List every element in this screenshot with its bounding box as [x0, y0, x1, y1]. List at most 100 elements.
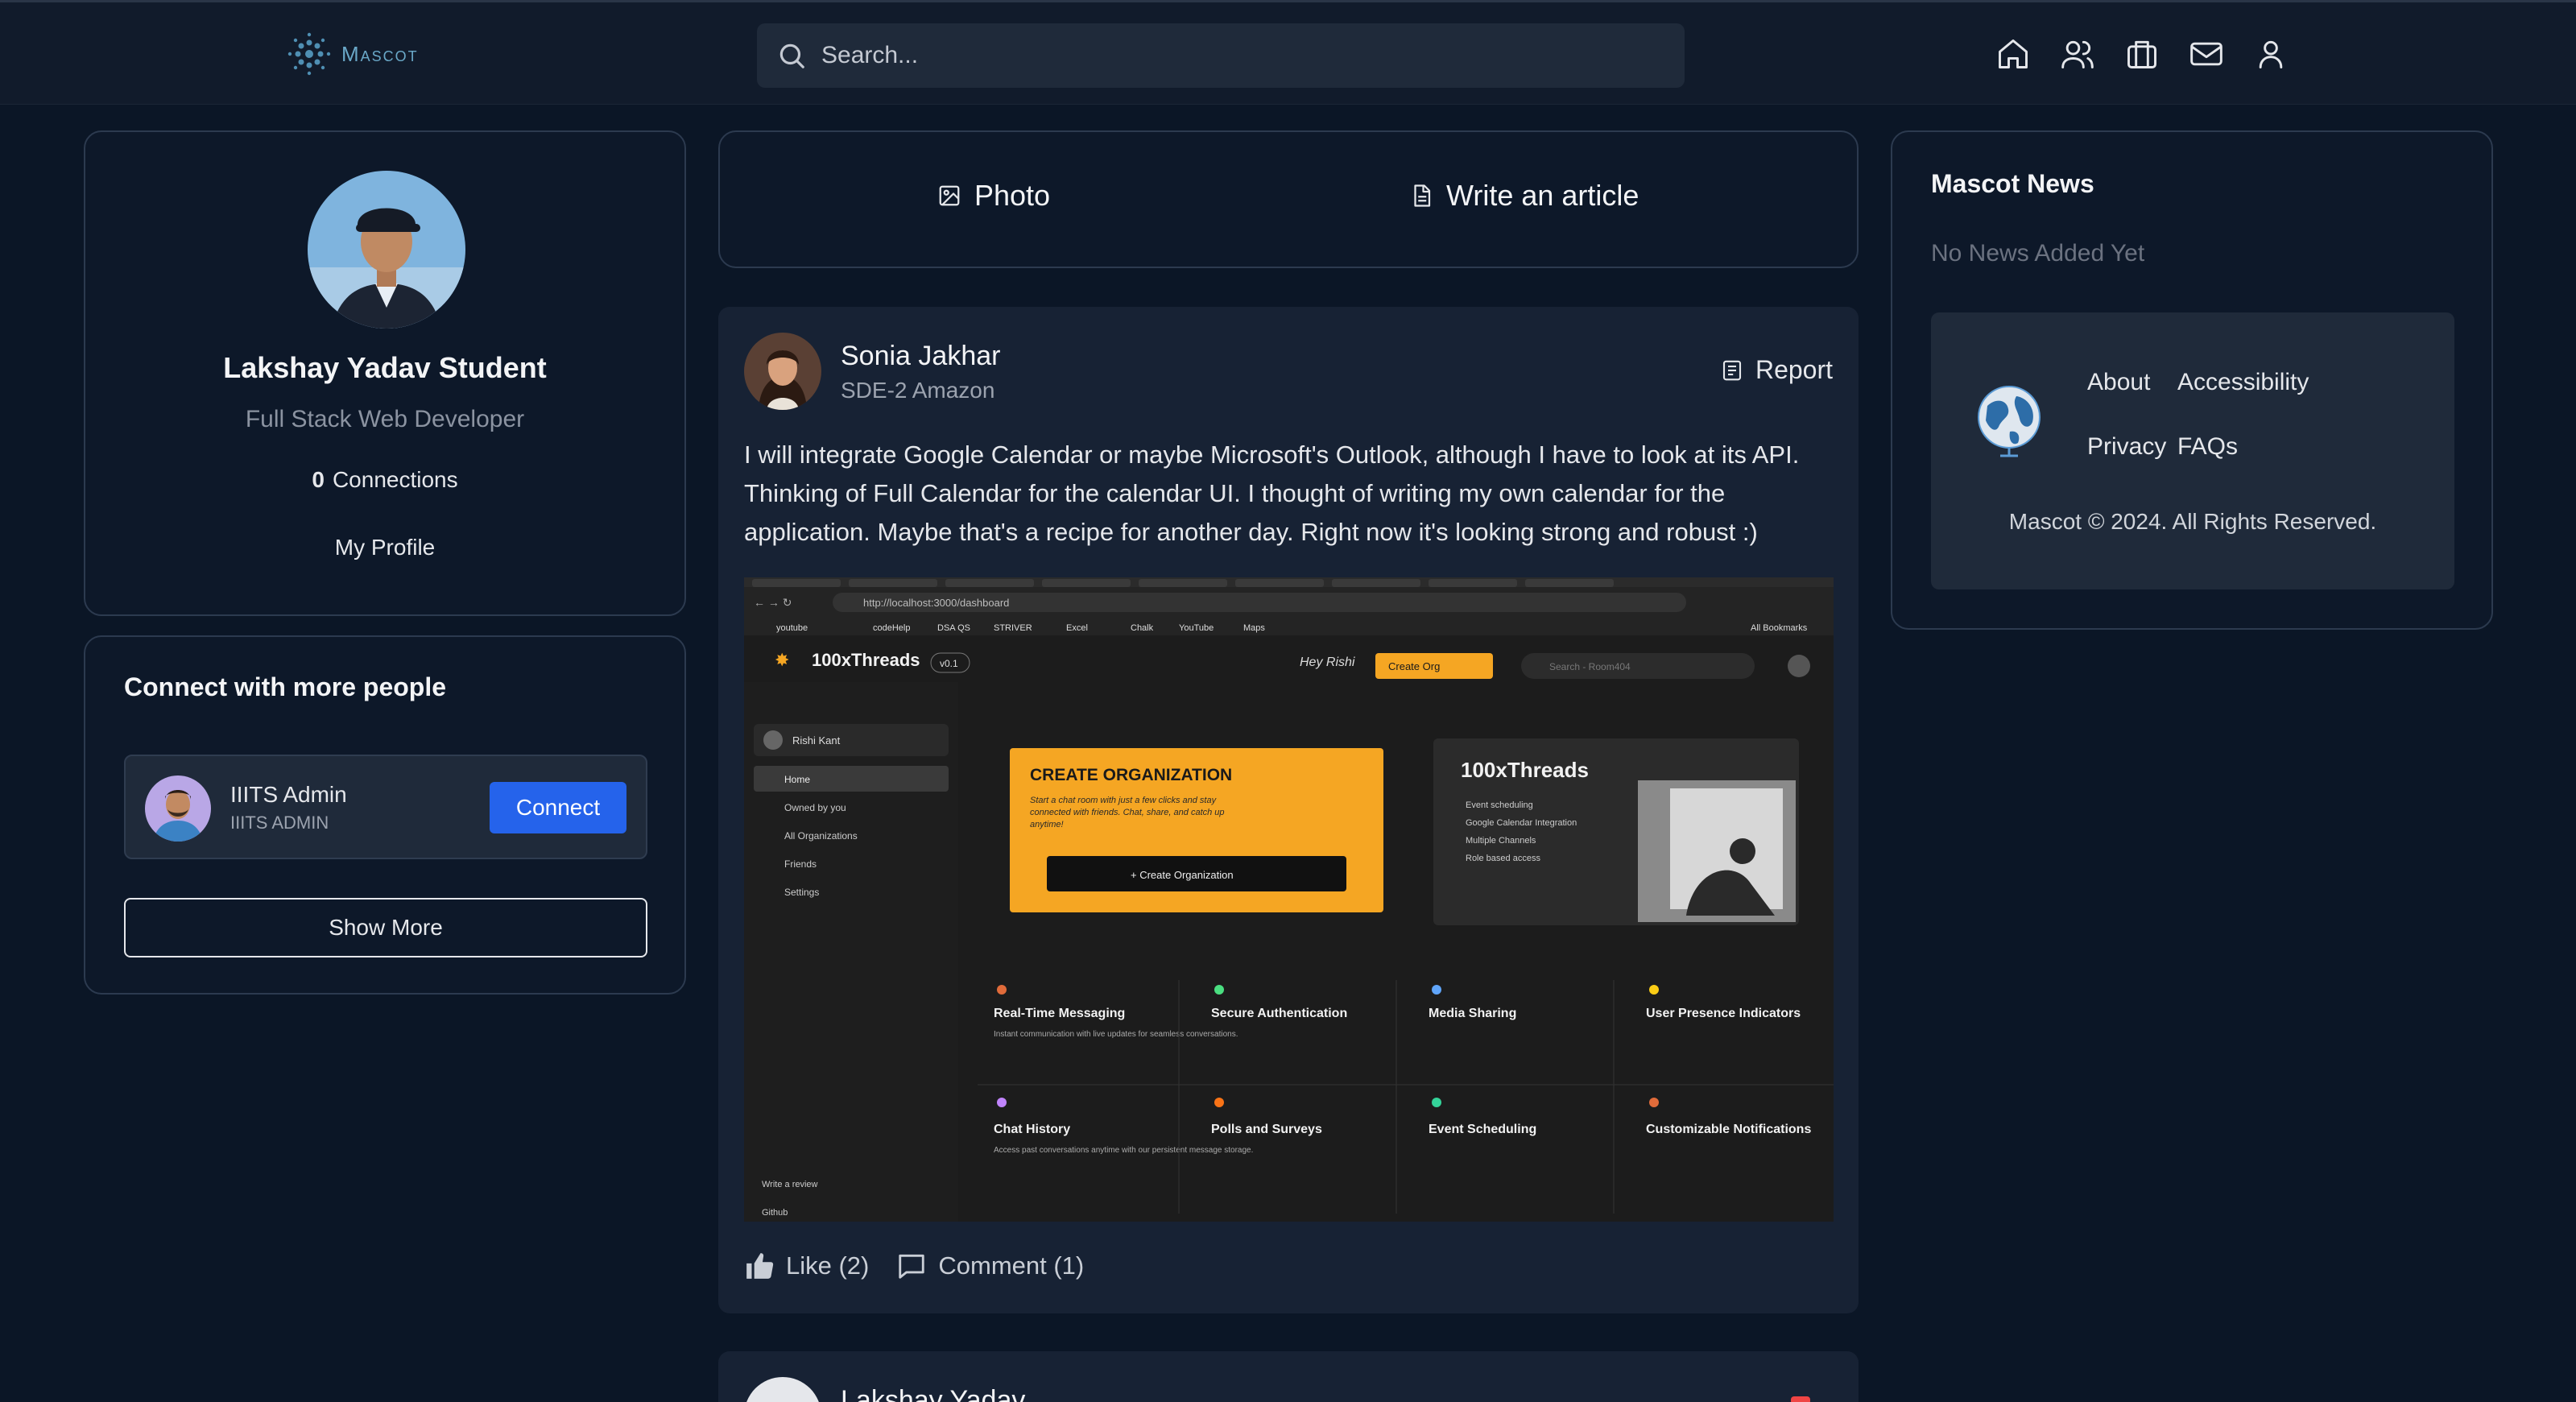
- create-org-btn: Create Org: [1388, 660, 1440, 672]
- globe-icon: [1978, 386, 2041, 457]
- app-user: Rishi Kant: [792, 734, 841, 746]
- post-composer: Photo Write an article: [718, 130, 1859, 268]
- footer-link-accessibility[interactable]: Accessibility: [2177, 369, 2309, 396]
- promo-title: 100xThreads: [1461, 758, 1589, 782]
- promo-item-0: Event scheduling: [1466, 800, 1533, 810]
- sidebar-4: Settings: [784, 887, 819, 898]
- sidebar-bottom-0: Write a review: [762, 1180, 818, 1189]
- app-version: v0.1: [940, 658, 958, 669]
- search-input[interactable]: [821, 42, 1627, 69]
- comment-icon: [899, 1254, 925, 1279]
- photo-label: Photo: [974, 179, 1051, 212]
- brand-logo[interactable]: Mascot: [285, 30, 419, 78]
- profile-card: Lakshay Yadav Student Full Stack Web Dev…: [84, 130, 686, 616]
- feature-title-4: Chat History: [994, 1123, 1070, 1136]
- profile-avatar[interactable]: [308, 171, 465, 329]
- feed-post-2: Lakshay Yadav: [718, 1351, 1859, 1402]
- suggestion-name[interactable]: IIITS Admin: [230, 782, 347, 808]
- svg-text:← → ↻: ← → ↻: [754, 596, 792, 609]
- app-greeting: Hey Rishi: [1300, 656, 1355, 669]
- post-author-name[interactable]: Sonia Jakhar: [841, 341, 1000, 372]
- profile-name: Lakshay Yadav Student: [223, 351, 547, 384]
- report-icon: [1722, 360, 1742, 380]
- home-icon[interactable]: [1995, 35, 2031, 73]
- screenshot-url: http://localhost:3000/dashboard: [863, 597, 1009, 609]
- bookmark-2: DSA QS: [937, 623, 970, 633]
- all-bookmarks: All Bookmarks: [1751, 623, 1808, 633]
- write-article-label: Write an article: [1446, 179, 1639, 212]
- feature-title-2: Media Sharing: [1429, 1007, 1516, 1020]
- bookmark-0: youtube: [776, 623, 808, 633]
- post2-author-avatar[interactable]: [744, 1377, 821, 1402]
- suggestion-subtitle: IIITS ADMIN: [230, 813, 329, 833]
- network-icon[interactable]: [2060, 35, 2095, 73]
- connections-count: 0: [312, 467, 325, 492]
- image-icon: [939, 185, 960, 206]
- top-navbar: Mascot: [0, 0, 2576, 105]
- connect-card: Connect with more people IIITS Admin III…: [84, 635, 686, 995]
- post-body: I will integrate Google Calendar or mayb…: [744, 440, 1800, 546]
- profile-role: Full Stack Web Developer: [245, 406, 525, 432]
- brand-name: Mascot: [341, 41, 419, 66]
- feature-title-1: Secure Authentication: [1211, 1007, 1347, 1020]
- post-actions: Like (2) Comment (1): [744, 1251, 1084, 1281]
- document-icon: [1414, 184, 1431, 207]
- post-image[interactable]: http://localhost:3000/dashboard ← → ↻ yo…: [744, 577, 1834, 1222]
- post2-report-icon[interactable]: [1791, 1396, 1810, 1402]
- post-author-avatar[interactable]: [744, 333, 821, 410]
- connections-summary[interactable]: 0 Connections: [85, 467, 684, 493]
- bookmark-5: Chalk: [1131, 623, 1154, 633]
- sidebar-3: Friends: [784, 858, 817, 870]
- search-icon: [779, 43, 804, 68]
- feature-desc-0: Instant communication with live updates …: [994, 1030, 1238, 1039]
- jobs-icon[interactable]: [2124, 35, 2160, 73]
- sidebar-0: Home: [784, 774, 810, 785]
- thumbs-up-icon: [746, 1253, 774, 1279]
- mascot-logo-icon: [287, 32, 331, 76]
- footer-link-about[interactable]: About: [2087, 369, 2150, 396]
- suggestion-avatar[interactable]: [145, 775, 211, 842]
- my-profile-link[interactable]: My Profile: [85, 535, 684, 560]
- svg-text:✸: ✸: [775, 650, 789, 670]
- sidebar-1: Owned by you: [784, 802, 846, 813]
- feature-title-5: Polls and Surveys: [1211, 1123, 1322, 1136]
- profile-icon[interactable]: [2253, 35, 2289, 73]
- news-card: Mascot News No News Added Yet About Acce…: [1891, 130, 2493, 630]
- show-more-button[interactable]: Show More: [124, 898, 647, 957]
- connect-title: Connect with more people: [124, 672, 447, 701]
- comment-label: Comment (1): [938, 1251, 1085, 1280]
- connect-button[interactable]: Connect: [490, 782, 626, 833]
- svg-text:Start a chat room with just a: Start a chat room with just a few clicks…: [1030, 796, 1218, 805]
- feature-title-7: Customizable Notifications: [1646, 1123, 1811, 1136]
- write-article-button[interactable]: Write an article: [1409, 179, 1639, 213]
- bookmark-7: Maps: [1243, 623, 1265, 633]
- messages-icon[interactable]: [2189, 35, 2224, 73]
- promo-item-1: Google Calendar Integration: [1466, 818, 1577, 828]
- report-button[interactable]: Report: [1720, 355, 1833, 385]
- feature-desc-4: Access past conversations anytime with o…: [994, 1146, 1253, 1155]
- feed-post: Sonia Jakhar SDE-2 Amazon Report I will …: [718, 307, 1859, 1313]
- connections-label: Connections: [332, 467, 458, 492]
- comment-button[interactable]: Comment (1): [896, 1251, 1084, 1281]
- nav-icons: [1995, 35, 2289, 73]
- footer-link-faqs[interactable]: FAQs: [2177, 433, 2238, 461]
- bookmark-6: YouTube: [1179, 623, 1214, 633]
- news-title: Mascot News: [1931, 169, 2094, 198]
- news-empty-state: No News Added Yet: [1931, 240, 2145, 267]
- svg-text:anytime!: anytime!: [1030, 820, 1064, 829]
- suggestion-item: IIITS Admin IIITS ADMIN Connect: [124, 755, 647, 859]
- app-name: 100xThreads: [812, 650, 920, 670]
- post2-author-name[interactable]: Lakshay Yadav: [841, 1385, 1025, 1402]
- footer-link-privacy[interactable]: Privacy: [2087, 433, 2166, 461]
- sidebar-2: All Organizations: [784, 830, 858, 842]
- like-button[interactable]: Like (2): [744, 1251, 869, 1281]
- footer-box: About Accessibility Privacy FAQs Mascot …: [1931, 312, 2454, 589]
- promo-item-2: Multiple Channels: [1466, 836, 1536, 846]
- report-label: Report: [1755, 355, 1833, 384]
- hero-button: + Create Organization: [1131, 869, 1234, 881]
- svg-text:connected with friends. Chat,: connected with friends. Chat, share, and…: [1030, 808, 1225, 817]
- hero-title: CREATE ORGANIZATION: [1030, 766, 1232, 784]
- search-bar[interactable]: [757, 23, 1685, 88]
- bookmark-3: STRIVER: [994, 623, 1032, 633]
- photo-button[interactable]: Photo: [937, 179, 1050, 213]
